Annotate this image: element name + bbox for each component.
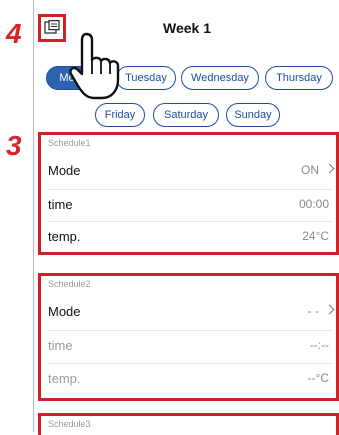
step-3-highlight <box>38 132 339 255</box>
app-screen: Week 1 Monday Tuesday Wednesday Thursday… <box>33 0 339 435</box>
day-pill-wednesday[interactable]: Wednesday <box>181 66 259 90</box>
day-pill-friday[interactable]: Friday <box>95 103 145 127</box>
day-pill-thursday[interactable]: Thursday <box>265 66 333 90</box>
pointing-hand-icon <box>69 32 120 100</box>
day-pill-saturday[interactable]: Saturday <box>153 103 219 127</box>
day-pill-sunday[interactable]: Sunday <box>226 103 280 127</box>
step-number-3: 3 <box>6 130 22 161</box>
step-4-highlight <box>38 14 66 42</box>
schedule-2-highlight <box>38 273 339 401</box>
step-number-4: 4 <box>6 18 22 49</box>
